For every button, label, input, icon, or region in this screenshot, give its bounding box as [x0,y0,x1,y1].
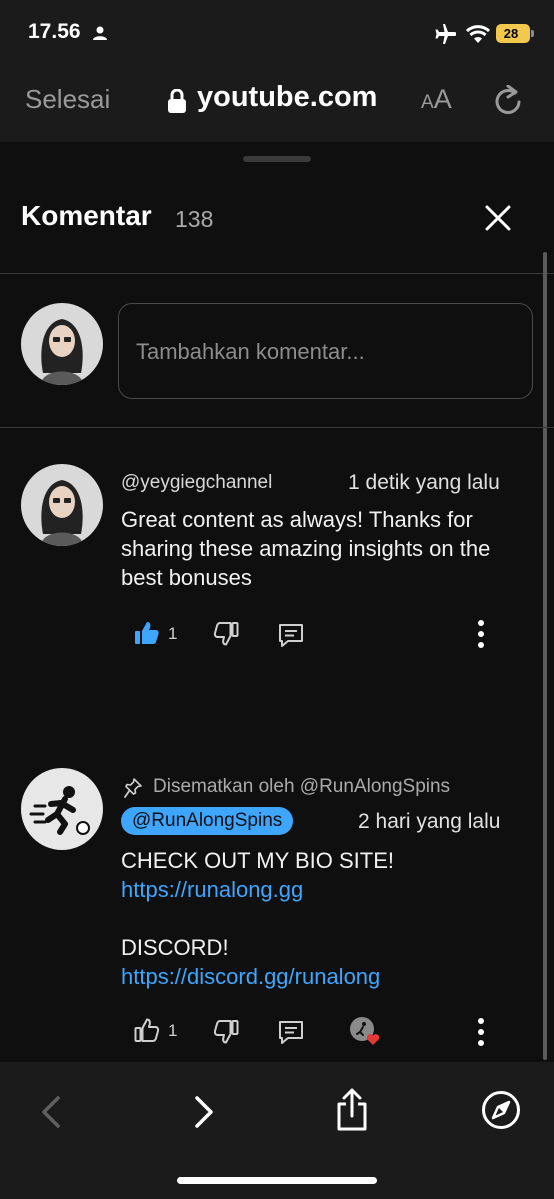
lock-icon [168,89,186,113]
channel-author-badge[interactable]: @RunAlongSpins [121,807,294,835]
compass-icon[interactable] [481,1090,521,1130]
url-text[interactable]: youtube.com [197,81,377,114]
comment-input[interactable]: Tambahkan komentar... [118,303,533,399]
more-options-icon[interactable] [475,619,487,649]
comment-timestamp: 1 detik yang lalu [348,471,500,494]
forward-icon[interactable] [193,1095,215,1129]
comment-blank-line [121,904,531,933]
person-icon [93,26,107,40]
comment-line: CHECK OUT MY BIO SITE! [121,848,395,873]
more-options-icon[interactable] [475,1017,487,1047]
like-count: 1 [168,1021,178,1040]
like-icon[interactable] [134,1017,160,1043]
share-icon[interactable] [334,1088,370,1132]
comment-input-placeholder[interactable]: Tambahkan komentar... [136,339,365,365]
text-size-button[interactable]: AA [421,84,452,115]
battery-indicator: 28 [496,24,530,43]
wifi-icon [466,25,490,43]
dislike-icon[interactable] [213,621,239,647]
comment-text: CHECK OUT MY BIO SITE! https://runalong.… [121,846,531,991]
reply-icon[interactable] [278,1019,304,1045]
done-button[interactable]: Selesai [25,84,110,115]
reload-icon[interactable] [494,85,522,115]
channel-avatar[interactable] [21,768,103,850]
like-count: 1 [168,624,178,643]
text-size-big-glyph: A [433,84,452,114]
reply-icon[interactable] [278,622,304,648]
pin-icon [124,778,142,798]
comment-text: Great content as always! Thanks for shar… [121,507,491,590]
comment-count: 138 [175,206,214,232]
home-indicator[interactable] [177,1177,377,1184]
comment-link[interactable]: https://runalong.gg [121,875,531,904]
airplane-icon [435,24,456,44]
comment-line: DISCORD! [121,935,229,960]
comments-sheet: Komentar 138 Tambahkan komentar... @yeyg… [0,142,554,1062]
dislike-icon[interactable] [213,1019,239,1045]
browser-address-bar: Selesai youtube.com AA [0,62,554,142]
scrollbar[interactable] [543,252,547,1060]
status-bar: 17.56 28 [0,0,554,62]
drag-handle[interactable] [243,156,311,162]
back-icon[interactable] [40,1095,62,1129]
creator-heart-icon [350,1017,379,1045]
close-icon[interactable] [485,205,511,231]
comment-avatar[interactable] [21,464,103,546]
pinned-label: Disematkan oleh @RunAlongSpins [153,776,451,797]
battery-cap [531,30,534,37]
user-avatar [21,303,103,385]
status-time: 17.56 [28,20,81,43]
header-divider [0,273,554,274]
like-filled-icon[interactable] [134,620,160,646]
browser-toolbar [0,1062,554,1199]
comment-author[interactable]: @yeygiegchannel [121,472,272,494]
comment-link[interactable]: https://discord.gg/runalong [121,962,531,991]
battery-level: 28 [503,26,519,41]
sheet-title: Komentar [21,200,152,231]
comment-timestamp: 2 hari yang lalu [358,810,501,833]
input-divider [0,427,554,428]
text-size-small-glyph: A [421,92,434,113]
